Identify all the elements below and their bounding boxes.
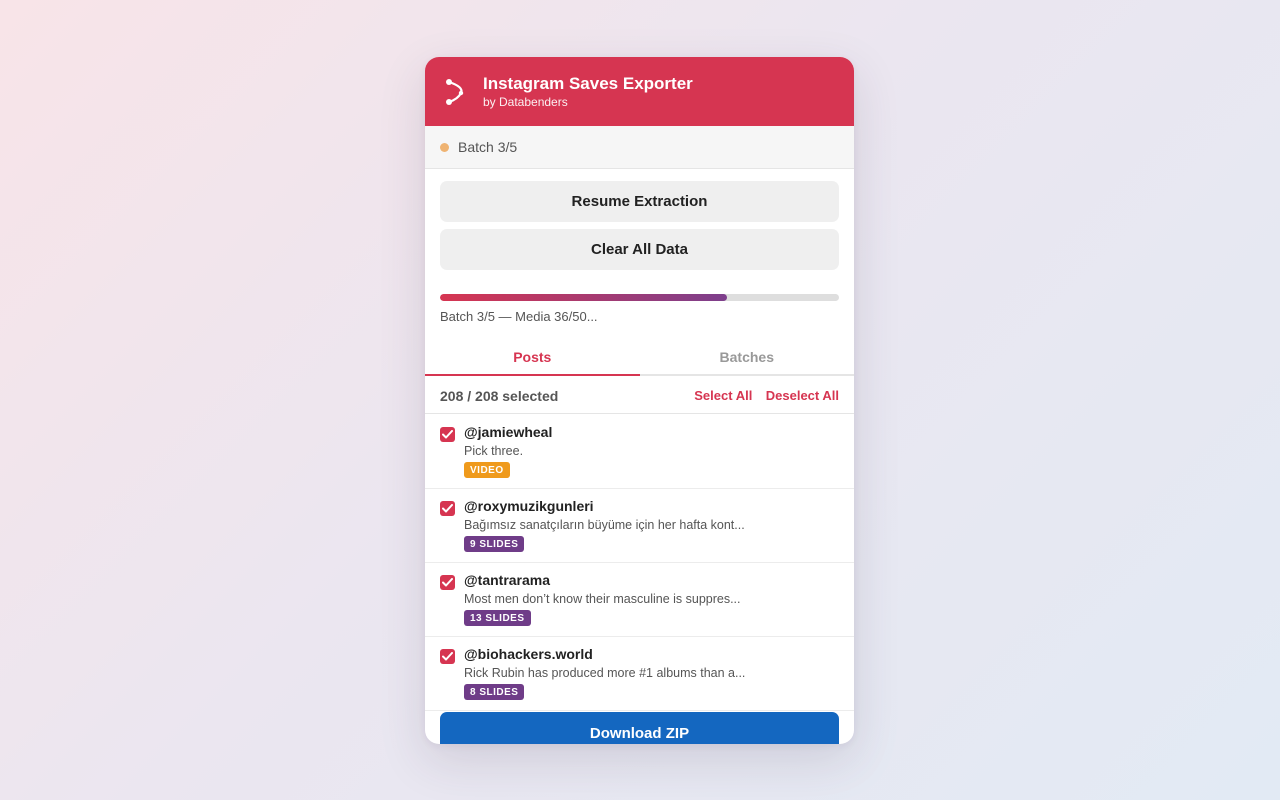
selection-actions: Select All Deselect All — [685, 387, 839, 405]
post-item[interactable]: @roxymuzikgunleri Bağımsız sanatçıların … — [425, 489, 854, 563]
progress-text: Batch 3/5 — Media 36/50... — [440, 309, 598, 324]
post-item[interactable]: @biohackers.world Rick Rubin has produce… — [425, 637, 854, 711]
progress-fill — [440, 294, 728, 301]
post-badge: 9 SLIDES — [464, 536, 525, 552]
tab-batches[interactable]: Batches — [640, 340, 855, 374]
post-badge: 13 SLIDES — [464, 610, 531, 626]
post-checkbox[interactable] — [440, 427, 455, 442]
post-item[interactable]: @jamiewheal Pick three. VIDEO — [425, 415, 854, 489]
deselect-all-link[interactable]: Deselect All — [766, 388, 839, 403]
resume-extraction-button[interactable]: Resume Extraction — [440, 181, 839, 222]
download-zip-button[interactable]: Download ZIP — [440, 712, 839, 744]
post-item[interactable]: @tantrarama Most men don’t know their ma… — [425, 563, 854, 637]
post-caption: Rick Rubin has produced more #1 albums t… — [464, 666, 746, 680]
app-subtitle: by Databenders — [483, 94, 568, 109]
post-badge: 8 SLIDES — [464, 684, 525, 700]
post-caption: Pick three. — [464, 444, 524, 458]
selection-row: 208 / 208 selected Select All Deselect A… — [425, 378, 854, 414]
checkmark-icon — [442, 652, 453, 661]
post-caption: Most men don’t know their masculine is s… — [464, 592, 741, 606]
checkmark-icon — [442, 430, 453, 439]
post-badge: VIDEO — [464, 462, 510, 478]
extension-popup: Instagram Saves Exporter by Databenders … — [425, 57, 854, 744]
status-text: Batch 3/5 — [458, 139, 518, 155]
post-checkbox[interactable] — [440, 501, 455, 516]
posts-list: @jamiewheal Pick three. VIDEO @roxymuzik… — [425, 415, 854, 711]
post-caption: Bağımsız sanatçıların büyüme için her ha… — [464, 518, 745, 532]
status-bar: Batch 3/5 — [425, 126, 854, 169]
post-checkbox[interactable] — [440, 649, 455, 664]
status-dot-icon — [440, 142, 449, 152]
post-handle: @roxymuzikgunleri — [464, 498, 594, 514]
clear-all-data-button[interactable]: Clear All Data — [440, 229, 839, 270]
post-handle: @biohackers.world — [464, 646, 593, 662]
selection-count: 208 / 208 selected — [440, 387, 559, 404]
post-handle: @tantrarama — [464, 572, 551, 588]
progress-bar — [440, 294, 839, 301]
checkmark-icon — [442, 578, 453, 587]
select-all-link[interactable]: Select All — [694, 388, 752, 403]
app-title: Instagram Saves Exporter — [483, 73, 693, 93]
tab-bar: Posts Batches — [425, 340, 854, 376]
post-handle: @jamiewheal — [464, 424, 553, 440]
tab-posts[interactable]: Posts — [425, 340, 640, 376]
popup-header: Instagram Saves Exporter by Databenders — [425, 57, 854, 126]
checkmark-icon — [442, 504, 453, 513]
post-checkbox[interactable] — [440, 575, 455, 590]
export-arrow-icon — [443, 77, 469, 107]
